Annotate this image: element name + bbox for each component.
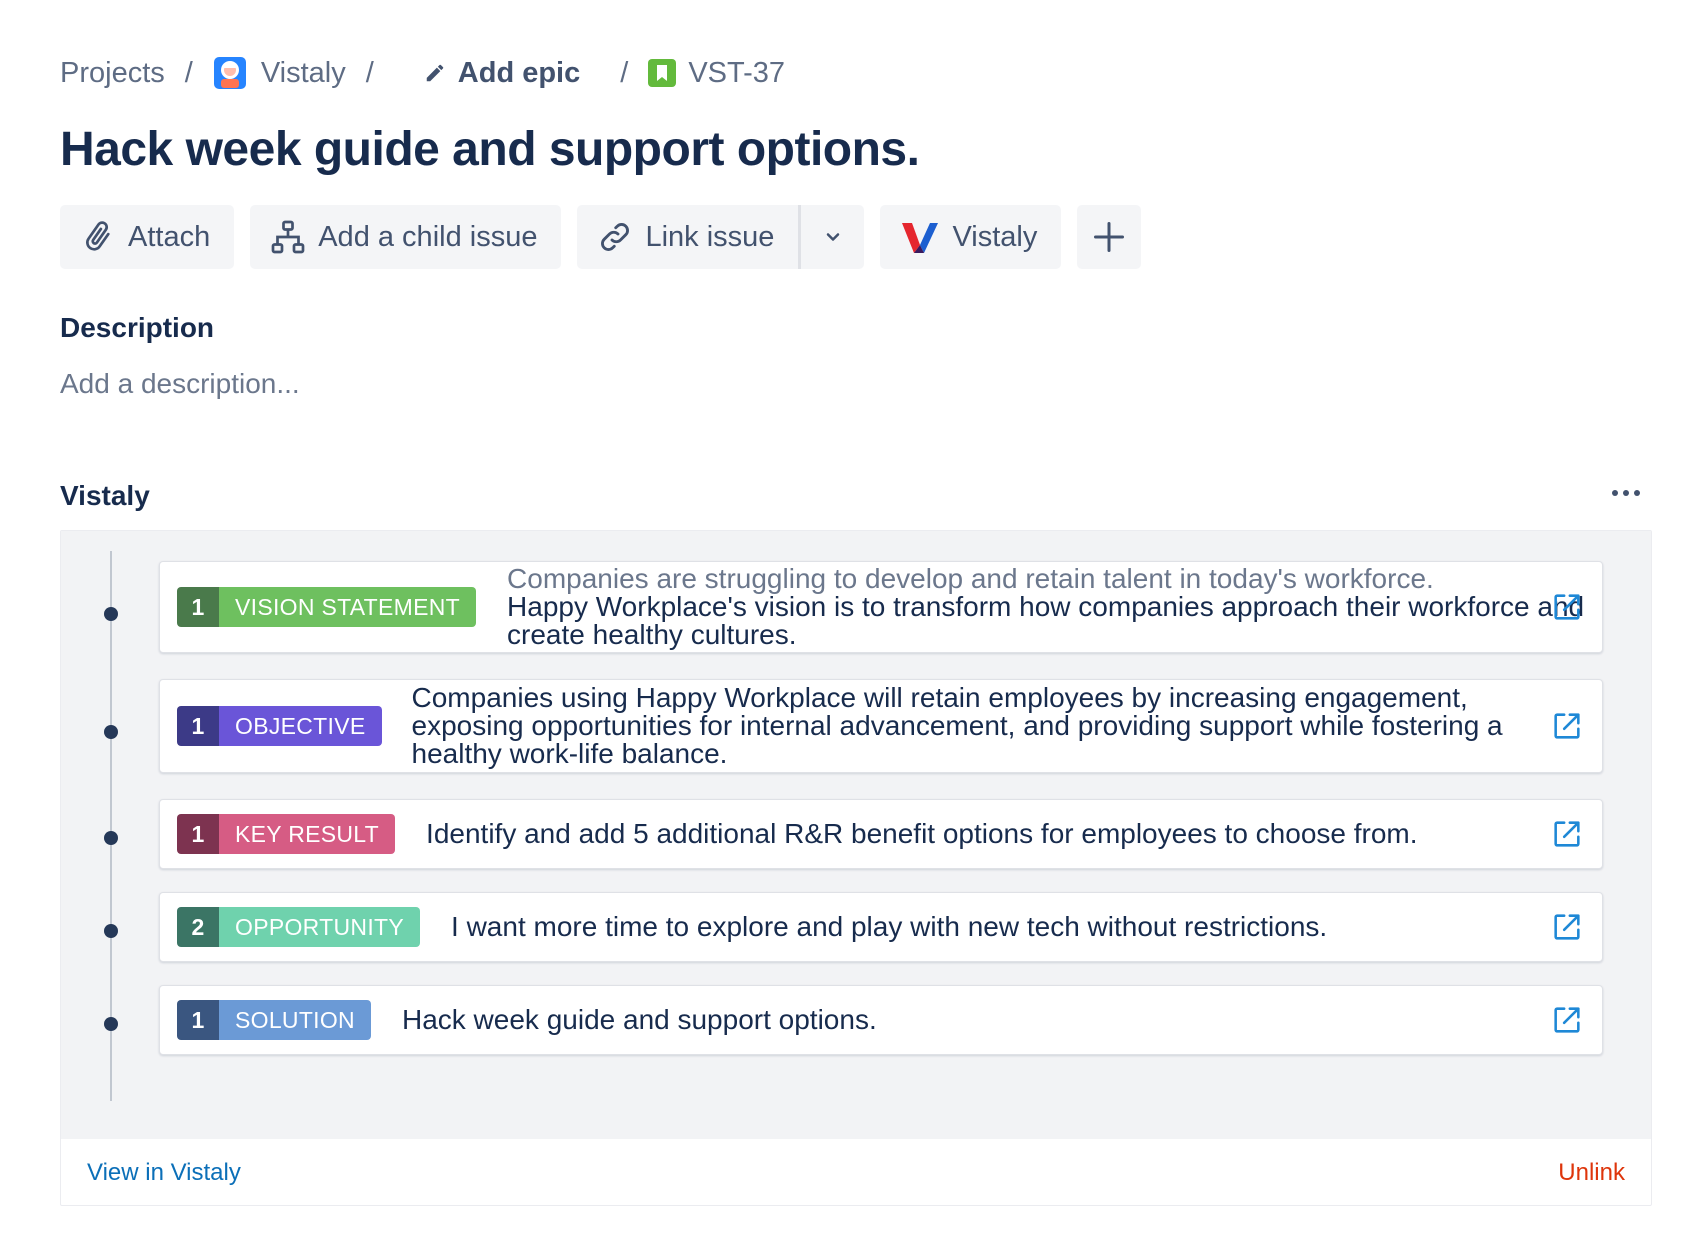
more-actions-button[interactable] — [1077, 205, 1142, 269]
add-child-issue-label: Add a child issue — [318, 220, 538, 253]
key-result-card[interactable]: 1 KEY RESULT Identify and add 5 addition… — [159, 799, 1603, 869]
breadcrumb-project[interactable]: Vistaly — [213, 56, 346, 90]
badge-label: VISION STATEMENT — [219, 587, 477, 627]
timeline-dot — [104, 924, 118, 938]
paperclip-icon — [86, 221, 110, 251]
badge-label: OBJECTIVE — [219, 706, 382, 746]
pencil-icon — [426, 64, 444, 82]
add-epic-button[interactable]: Add epic — [424, 57, 580, 90]
link-issue-group: Link issue — [577, 205, 865, 269]
external-link-icon[interactable] — [1550, 817, 1584, 851]
breadcrumb-project-label: Vistaly — [260, 56, 346, 89]
card-text: I want more time to explore and play wit… — [451, 911, 1328, 942]
vision-statement-badge: 1 VISION STATEMENT — [177, 587, 477, 627]
badge-number: 1 — [177, 706, 219, 746]
project-avatar-icon — [213, 56, 247, 90]
badge-label: OPPORTUNITY — [219, 907, 421, 947]
objective-badge: 1 OBJECTIVE — [177, 706, 382, 746]
vistaly-panel-heading: Vistaly — [60, 480, 150, 511]
key-result-badge: 1 KEY RESULT — [177, 814, 396, 854]
plus-icon — [1094, 222, 1125, 252]
link-issue-button[interactable]: Link issue — [577, 205, 799, 269]
badge-number: 1 — [177, 1000, 219, 1040]
attach-button[interactable]: Attach — [60, 205, 235, 269]
timeline-dot — [104, 725, 118, 739]
external-link-icon[interactable] — [1550, 1003, 1584, 1037]
hierarchy-icon — [271, 220, 305, 254]
attach-label: Attach — [128, 220, 211, 253]
breadcrumb-separator: / — [365, 56, 374, 89]
description-heading: Description — [60, 312, 215, 343]
issue-toolbar: Attach Add a child issue Link issue Vist… — [60, 205, 1157, 269]
card-text: Hack week guide and support options. — [401, 1004, 877, 1035]
vision-statement-card[interactable]: 1 VISION STATEMENT Companies are struggl… — [159, 561, 1603, 653]
story-bookmark-icon — [648, 59, 677, 87]
more-icon[interactable] — [1612, 490, 1640, 496]
vistaly-panel-footer: View in Vistaly Unlink — [61, 1139, 1651, 1207]
description-input[interactable]: Add a description... — [60, 368, 300, 400]
card-text: Companies are struggling to develop and … — [507, 565, 1602, 649]
breadcrumb-separator: / — [620, 56, 629, 89]
vistaly-button-label: Vistaly — [952, 220, 1038, 253]
add-child-issue-button[interactable]: Add a child issue — [250, 205, 562, 269]
badge-number: 1 — [177, 814, 219, 854]
link-issue-label: Link issue — [645, 220, 775, 253]
vistaly-panel: 1 VISION STATEMENT Companies are struggl… — [60, 530, 1652, 1206]
breadcrumb-separator: / — [184, 56, 193, 89]
vistaly-button[interactable]: Vistaly — [880, 205, 1062, 269]
add-epic-label: Add epic — [457, 56, 581, 89]
breadcrumb-issue-key: VST-37 — [688, 56, 786, 89]
badge-number: 2 — [177, 907, 219, 947]
badge-label: SOLUTION — [219, 1000, 371, 1040]
badge-label: KEY RESULT — [219, 814, 396, 854]
vistaly-tree: 1 VISION STATEMENT Companies are struggl… — [61, 531, 1651, 1139]
card-text-main: Happy Workplace's vision is to transform… — [507, 591, 1585, 650]
card-text-muted: Companies are struggling to develop and … — [507, 563, 1434, 594]
external-link-icon[interactable] — [1550, 590, 1584, 624]
breadcrumb-issue[interactable]: VST-37 — [648, 57, 785, 90]
chevron-down-icon — [826, 233, 840, 241]
timeline-dot — [104, 607, 118, 621]
unlink-button[interactable]: Unlink — [1558, 1159, 1625, 1187]
view-in-vistaly-link[interactable]: View in Vistaly — [87, 1159, 241, 1187]
solution-card[interactable]: 1 SOLUTION Hack week guide and support o… — [159, 985, 1603, 1055]
breadcrumb-projects[interactable]: Projects — [60, 57, 165, 90]
solution-badge: 1 SOLUTION — [177, 1000, 371, 1040]
opportunity-badge: 2 OPPORTUNITY — [177, 907, 421, 947]
badge-number: 1 — [177, 587, 219, 627]
external-link-icon[interactable] — [1550, 910, 1584, 944]
vistaly-logo-icon — [902, 223, 939, 253]
link-icon — [601, 223, 630, 251]
external-link-icon[interactable] — [1550, 709, 1584, 743]
timeline-dot — [104, 831, 118, 845]
breadcrumb: Projects / Vistaly / Add epic / VST-37 — [60, 50, 785, 96]
objective-card[interactable]: 1 OBJECTIVE Companies using Happy Workpl… — [159, 679, 1603, 773]
issue-title[interactable]: Hack week guide and support options. — [60, 122, 920, 177]
opportunity-card[interactable]: 2 OPPORTUNITY I want more time to explor… — [159, 892, 1603, 962]
timeline-dot — [104, 1017, 118, 1031]
card-text: Identify and add 5 additional R&R benefi… — [426, 818, 1418, 849]
card-text: Companies using Happy Workplace will ret… — [411, 682, 1503, 769]
link-issue-dropdown[interactable] — [798, 205, 865, 269]
